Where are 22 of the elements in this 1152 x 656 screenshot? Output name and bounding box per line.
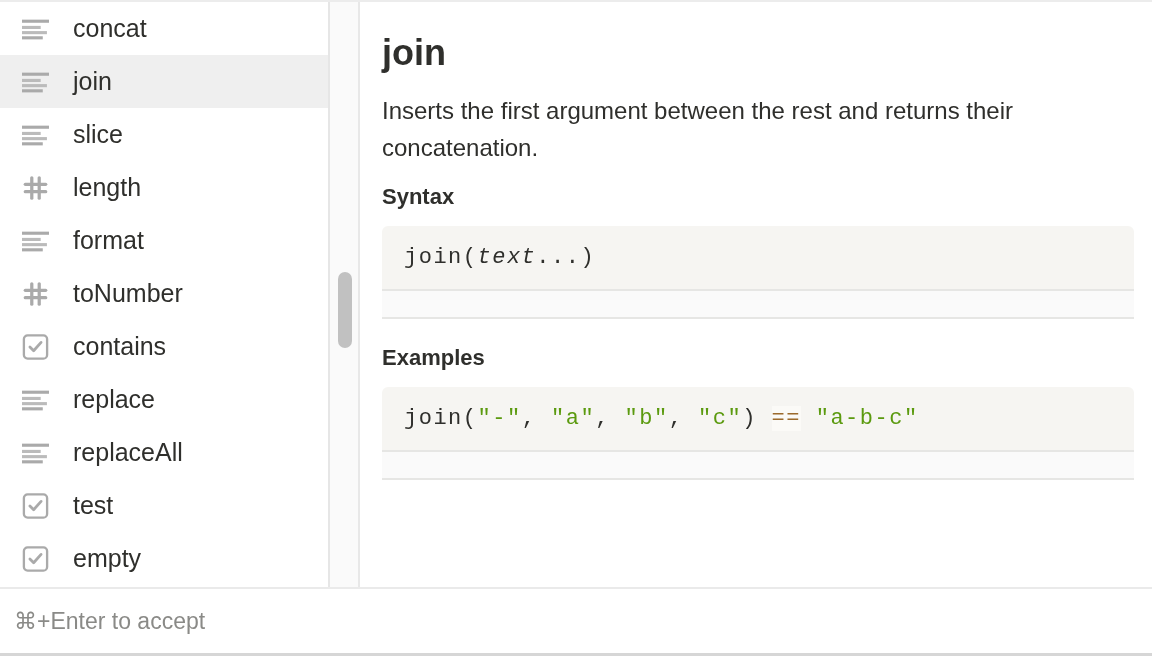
list-item[interactable]: concat: [0, 2, 328, 55]
scrollbar-thumb[interactable]: [338, 272, 352, 348]
list-item[interactable]: test: [0, 479, 328, 532]
section-heading: Examples: [382, 345, 486, 371]
checkbox-icon: [22, 492, 49, 519]
list-item[interactable]: replace: [0, 373, 328, 426]
list-item[interactable]: contains: [0, 320, 328, 373]
checkbox-icon: [22, 545, 49, 572]
section-heading: Syntax: [382, 184, 456, 210]
list-item[interactable]: replaceAll: [0, 426, 328, 479]
hash-icon: [22, 174, 49, 201]
list-item[interactable]: join: [0, 55, 328, 108]
list-item[interactable]: format: [0, 214, 328, 267]
list-item[interactable]: toNumber: [0, 267, 328, 320]
checkbox-icon: [22, 333, 49, 360]
description-text: Inserts the first argument between the rest and returns their concatenation.: [382, 96, 1014, 163]
hash-icon: [22, 280, 49, 307]
list-item[interactable]: empty: [0, 532, 328, 585]
list-item[interactable]: length: [0, 161, 328, 214]
function-title: join: [382, 32, 447, 74]
hint-text: ⌘+Enter to accept: [14, 607, 206, 635]
list-item[interactable]: slice: [0, 108, 328, 161]
